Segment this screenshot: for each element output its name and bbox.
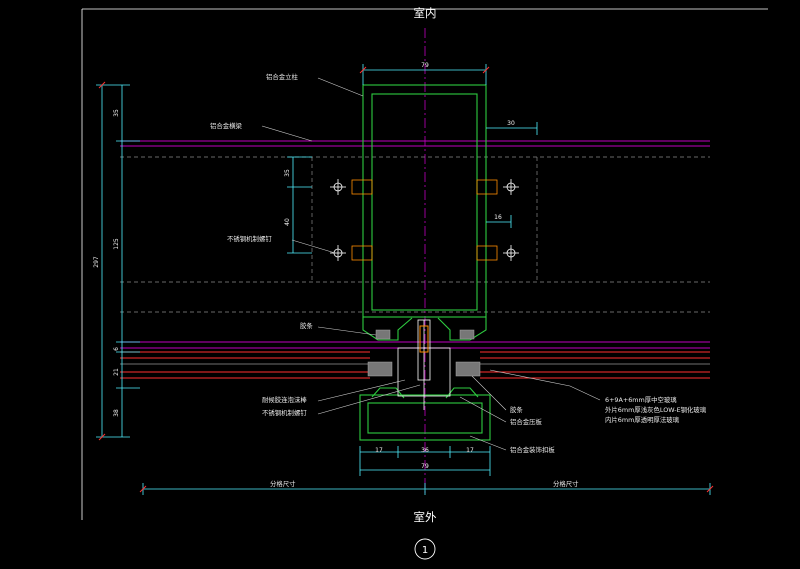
- dim-b-36: 36: [421, 447, 429, 454]
- dim-v-21: 21: [113, 368, 120, 376]
- cad-drawing-window: 室内 室外 1 铝合金立柱 铝合金横梁 不锈钢机制螺钉 胶条 耐候胶连泡沫棒 不…: [0, 0, 800, 565]
- glass-panes: [120, 351, 710, 379]
- label-rubber-strip-right: 胶条: [510, 405, 523, 414]
- label-glass-1: 6+9A+6mm厚中空玻璃: [605, 395, 677, 404]
- dim-v-35: 35: [113, 109, 120, 117]
- label-mullion: 铝合金立柱: [266, 72, 299, 81]
- dim-h-40: 40: [284, 218, 291, 226]
- bolt-ll: [330, 245, 373, 261]
- dim-h-35: 35: [284, 169, 291, 177]
- outdoor-title: 室外: [414, 510, 437, 524]
- dim-side-16: 16: [494, 214, 502, 221]
- label-transom: 铝合金横梁: [210, 121, 243, 130]
- dim-v-297: 297: [93, 256, 100, 268]
- dim-b-79: 79: [421, 463, 429, 470]
- label-glass-2: 外片6mm厚浅灰色LOW-E钢化玻璃: [605, 405, 707, 414]
- dim-b-17-left: 17: [375, 447, 383, 454]
- bolt-ur: [476, 179, 519, 195]
- label-ss-screw-lower: 不锈钢机制螺钉: [262, 408, 307, 417]
- label-grid-left: 分格尺寸: [270, 479, 296, 488]
- label-glass-3: 内片6mm厚透明厚法玻璃: [605, 415, 680, 424]
- dimension-ticks: [98, 66, 714, 493]
- dim-side-30: 30: [507, 120, 515, 127]
- label-pressure-plate: 铝合金压板: [510, 417, 543, 426]
- bolt-lr: [476, 245, 519, 261]
- leader-lines: [261, 77, 601, 451]
- dimension-lines: [96, 64, 711, 495]
- detail-number: 1: [422, 545, 428, 556]
- label-ss-screw-upper: 不锈钢机制螺钉: [227, 234, 272, 243]
- dim-v-125: 125: [113, 238, 120, 250]
- indoor-title: 室内: [414, 6, 437, 20]
- curtain-wall-section-drawing: 室内 室外 1 铝合金立柱 铝合金横梁 不锈钢机制螺钉 胶条 耐候胶连泡沫棒 不…: [81, 6, 768, 560]
- hidden-lines: [120, 156, 710, 313]
- dim-v-6: 6: [113, 347, 120, 351]
- label-rubber-strip-left: 胶条: [300, 321, 313, 330]
- label-sealant: 耐候胶连泡沫棒: [262, 395, 307, 404]
- dim-top-width: 79: [421, 62, 429, 69]
- label-cover-plate: 铝合金装饰扣板: [510, 445, 555, 454]
- bolt-ul: [330, 179, 373, 195]
- dim-v-38: 38: [113, 409, 120, 417]
- pressure-plate: [397, 319, 451, 410]
- label-grid-right: 分格尺寸: [553, 479, 579, 488]
- bolt-clusters: [330, 179, 519, 261]
- dim-b-17-right: 17: [466, 447, 474, 454]
